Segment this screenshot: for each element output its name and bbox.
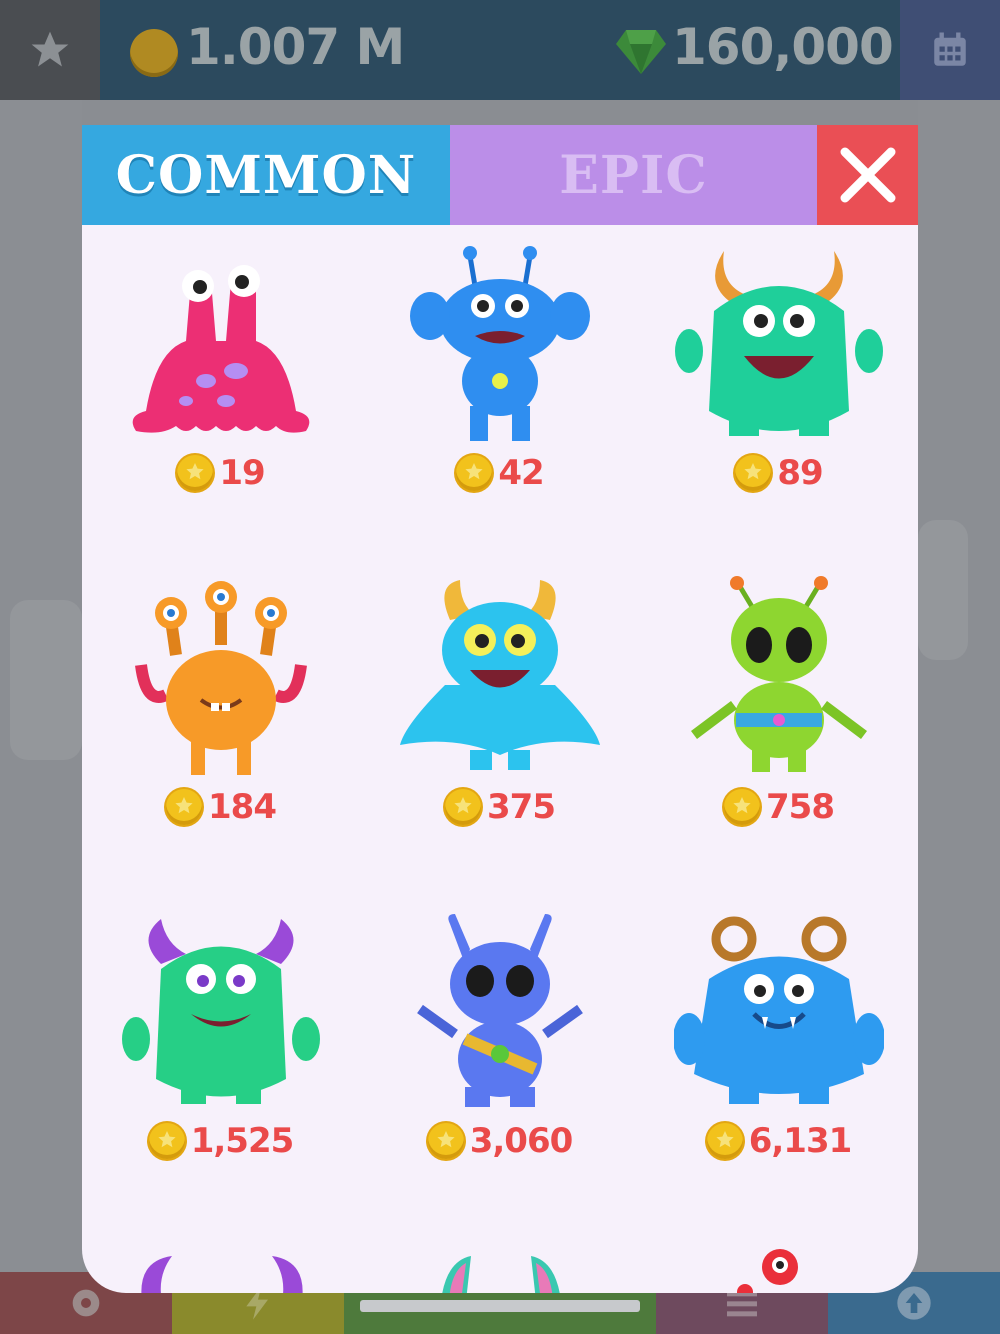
- top-bar: 1.007 M 160,000: [0, 0, 1000, 100]
- price-value: 6,131: [748, 1121, 853, 1161]
- price-value: 89: [777, 453, 823, 493]
- price-value: 42: [498, 453, 544, 493]
- calendar-icon: [934, 32, 966, 66]
- monster-card[interactable]: 375: [361, 559, 639, 893]
- price-tag: 19: [82, 451, 360, 495]
- coin-icon: [445, 789, 481, 825]
- coin-icon: [724, 789, 760, 825]
- star-icon: [31, 31, 69, 67]
- monster-shop-modal: COMMON EPIC 19 42 89 184 375 758 1,525 3…: [82, 125, 918, 1293]
- scroll-handle[interactable]: [360, 1300, 640, 1312]
- coin-icon: [427, 1123, 464, 1159]
- green-horned-monster: [675, 251, 883, 436]
- monster-card[interactable]: [82, 1227, 360, 1293]
- monster-card[interactable]: 42: [361, 225, 639, 559]
- tab-common[interactable]: COMMON: [82, 125, 450, 225]
- gem-icon: [616, 30, 666, 74]
- price-tag: 3,060: [361, 1119, 639, 1163]
- coins-value: 1.007 M: [186, 18, 405, 76]
- orange-three-eyed-monster: [135, 581, 307, 775]
- coin-icon: [130, 29, 178, 77]
- monster-card[interactable]: [361, 1227, 639, 1293]
- purple-horns-peek: [141, 1256, 303, 1293]
- blue-furry-monster: [674, 916, 884, 1104]
- background-card: [10, 600, 82, 760]
- price-tag: 1,525: [82, 1119, 360, 1163]
- price-tag: 6,131: [640, 1119, 918, 1163]
- currency-bar: 1.007 M 160,000: [100, 0, 900, 100]
- pink-blob-monster: [132, 265, 310, 433]
- price-tag: 42: [361, 451, 639, 495]
- favorites-button[interactable]: [0, 0, 100, 100]
- price-tag: 184: [82, 785, 360, 829]
- price-value: 1,525: [190, 1121, 295, 1161]
- monster-card[interactable]: 89: [640, 225, 918, 559]
- price-tag: 375: [361, 785, 639, 829]
- coin-icon: [735, 455, 772, 491]
- price-value: 375: [487, 787, 556, 827]
- red-eyestalk-peek: [737, 1249, 798, 1293]
- background-right: [918, 100, 1000, 1272]
- coin-icon: [456, 455, 493, 491]
- monster-card[interactable]: 3,060: [361, 893, 639, 1227]
- monster-card[interactable]: 6,131: [640, 893, 918, 1227]
- tab-epic[interactable]: EPIC: [450, 125, 817, 225]
- blue-alien-monster: [410, 246, 590, 441]
- background-left: [0, 100, 82, 1272]
- price-value: 184: [208, 787, 277, 827]
- coin-icon: [177, 455, 214, 491]
- price-tag: 89: [640, 451, 918, 495]
- background-card: [918, 520, 968, 660]
- ears-peek: [442, 1256, 560, 1293]
- close-button[interactable]: [817, 125, 918, 225]
- indigo-alien-monster: [417, 914, 583, 1107]
- green-alien-monster: [691, 576, 867, 772]
- price-value: 19: [219, 453, 265, 493]
- price-value: 3,060: [469, 1121, 574, 1161]
- monster-card[interactable]: 184: [82, 559, 360, 893]
- monster-card[interactable]: 1,525: [82, 893, 360, 1227]
- coin-icon: [148, 1123, 185, 1159]
- cyan-caped-monster: [400, 580, 600, 770]
- monster-card[interactable]: [640, 1227, 918, 1293]
- close-icon: [840, 147, 895, 203]
- coin-icon: [706, 1123, 743, 1159]
- price-tag: 758: [640, 785, 918, 829]
- gems-value: 160,000: [672, 18, 894, 76]
- monster-card[interactable]: 19: [82, 225, 360, 559]
- monster-card[interactable]: 758: [640, 559, 918, 893]
- calendar-button[interactable]: [900, 0, 1000, 100]
- green-purple-horned-monster: [122, 919, 320, 1104]
- price-value: 758: [766, 787, 835, 827]
- coin-icon: [166, 789, 202, 825]
